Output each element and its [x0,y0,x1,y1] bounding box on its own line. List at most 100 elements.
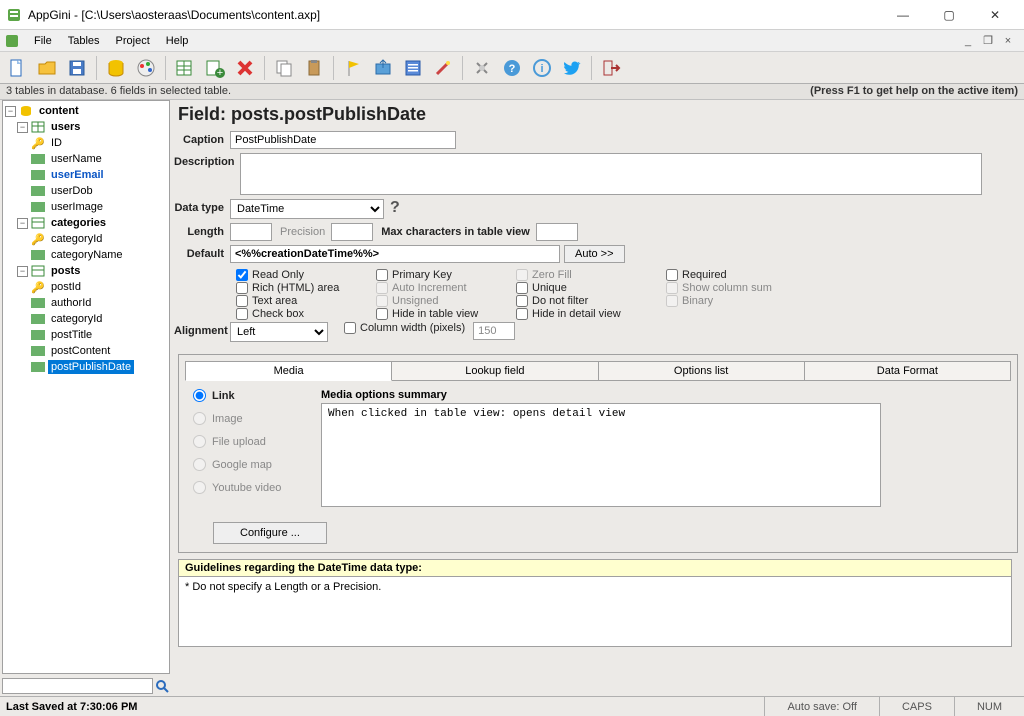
field-icon [31,168,45,182]
check-unique[interactable]: Unique [516,282,666,294]
collapse-icon[interactable]: − [17,218,28,229]
tree-field[interactable]: postContent [3,343,169,359]
menu-project[interactable]: Project [108,33,158,49]
precision-input[interactable] [331,223,373,241]
check-readonly[interactable]: Read Only [236,269,376,281]
check-hidetable[interactable]: Hide in table view [376,308,516,320]
close-button[interactable]: ✕ [972,0,1018,30]
palette-icon[interactable] [133,55,159,81]
caps-status: CAPS [879,697,954,716]
add-field-icon[interactable]: + [202,55,228,81]
datatype-select[interactable]: DateTime [230,199,384,219]
tree-field-lookup[interactable]: userEmail [3,167,169,183]
export-icon[interactable] [370,55,396,81]
check-nofilter[interactable]: Do not filter [516,295,666,307]
app-icon [6,7,22,23]
auto-button[interactable]: Auto >> [564,245,625,263]
field-icon [31,184,45,198]
colwidth-input[interactable] [473,322,515,340]
field-editor: Field: posts.postPublishDate Caption Des… [172,100,1024,696]
mdi-restore[interactable]: ❐ [980,34,996,48]
check-textarea[interactable]: Text area [236,295,376,307]
minimize-button[interactable]: — [880,0,926,30]
default-label: Default [174,245,230,260]
tree-field[interactable]: 🔑postId [3,279,169,295]
tree-field-selected[interactable]: postPublishDate [3,359,169,375]
length-input[interactable] [230,223,272,241]
configure-button[interactable]: Configure ... [213,522,327,544]
maximize-button[interactable]: ▢ [926,0,972,30]
delete-icon[interactable] [232,55,258,81]
tab-lookup[interactable]: Lookup field [392,361,598,381]
info-icon[interactable]: i [529,55,555,81]
check-colwidth[interactable]: Column width (pixels) [344,322,465,334]
app-icon-small [4,33,20,49]
exit-icon[interactable] [598,55,624,81]
maxchars-input[interactable] [536,223,578,241]
check-checkbox[interactable]: Check box [236,308,376,320]
open-file-icon[interactable] [34,55,60,81]
menu-help[interactable]: Help [158,33,197,49]
guidelines-header: Guidelines regarding the DateTime data t… [178,559,1012,577]
new-table-icon[interactable] [172,55,198,81]
svg-text:?: ? [509,63,516,75]
tree-field[interactable]: categoryName [3,247,169,263]
tree-field[interactable]: categoryId [3,311,169,327]
save-file-icon[interactable] [64,55,90,81]
check-required[interactable]: Required [666,269,796,281]
radio-image: Image [193,412,305,425]
window-title: AppGini - [C:\Users\aosteraas\Documents\… [28,8,880,22]
tree-field[interactable]: userDob [3,183,169,199]
tree-search-input[interactable] [2,678,153,694]
tree-field[interactable]: postTitle [3,327,169,343]
database-icon[interactable] [103,55,129,81]
help-icon[interactable]: ? [390,199,400,217]
tree-search [2,678,170,694]
radio-link[interactable]: Link [193,389,305,402]
copy-icon[interactable] [271,55,297,81]
tree-field[interactable]: userImage [3,199,169,215]
tab-format[interactable]: Data Format [805,361,1011,381]
new-file-icon[interactable] [4,55,30,81]
tree-field[interactable]: 🔑categoryId [3,231,169,247]
tree[interactable]: − content − users 🔑ID userName userEmail… [2,100,170,674]
mdi-minimize[interactable]: _ [960,34,976,48]
search-icon[interactable] [153,678,170,694]
tree-field[interactable]: authorId [3,295,169,311]
help-icon[interactable]: ? [499,55,525,81]
field-icon [31,152,45,166]
status-line: 3 tables in database. 6 fields in select… [0,84,1024,100]
collapse-icon[interactable]: − [17,266,28,277]
field-icon [31,312,45,326]
description-input[interactable] [240,153,982,195]
tree-table-users[interactable]: − users [3,119,169,135]
alignment-select[interactable]: Left [230,322,328,342]
tab-options[interactable]: Options list [599,361,805,381]
check-pk[interactable]: Primary Key [376,269,516,281]
check-hidedetail[interactable]: Hide in detail view [516,308,666,320]
tree-table-categories[interactable]: − categories [3,215,169,231]
precision-label: Precision [272,223,331,238]
guidelines: Guidelines regarding the DateTime data t… [178,559,1012,647]
generate-icon[interactable] [400,55,426,81]
wand-icon[interactable] [430,55,456,81]
caption-input[interactable] [230,131,456,149]
paste-icon[interactable] [301,55,327,81]
twitter-icon[interactable] [559,55,585,81]
tree-root[interactable]: − content [3,103,169,119]
tab-media[interactable]: Media [185,361,392,381]
flag-icon[interactable] [340,55,366,81]
collapse-icon[interactable]: − [17,122,28,133]
mdi-close[interactable]: × [1000,34,1016,48]
check-rich[interactable]: Rich (HTML) area [236,282,376,294]
tools-icon[interactable] [469,55,495,81]
tree-field[interactable]: 🔑ID [3,135,169,151]
description-label: Description [174,153,240,168]
menu-tables[interactable]: Tables [60,33,108,49]
menu-file[interactable]: File [26,33,60,49]
tree-table-posts[interactable]: − posts [3,263,169,279]
tree-field[interactable]: userName [3,151,169,167]
default-input[interactable] [230,245,560,263]
collapse-icon[interactable]: − [5,106,16,117]
check-colsum: Show column sum [666,282,796,294]
